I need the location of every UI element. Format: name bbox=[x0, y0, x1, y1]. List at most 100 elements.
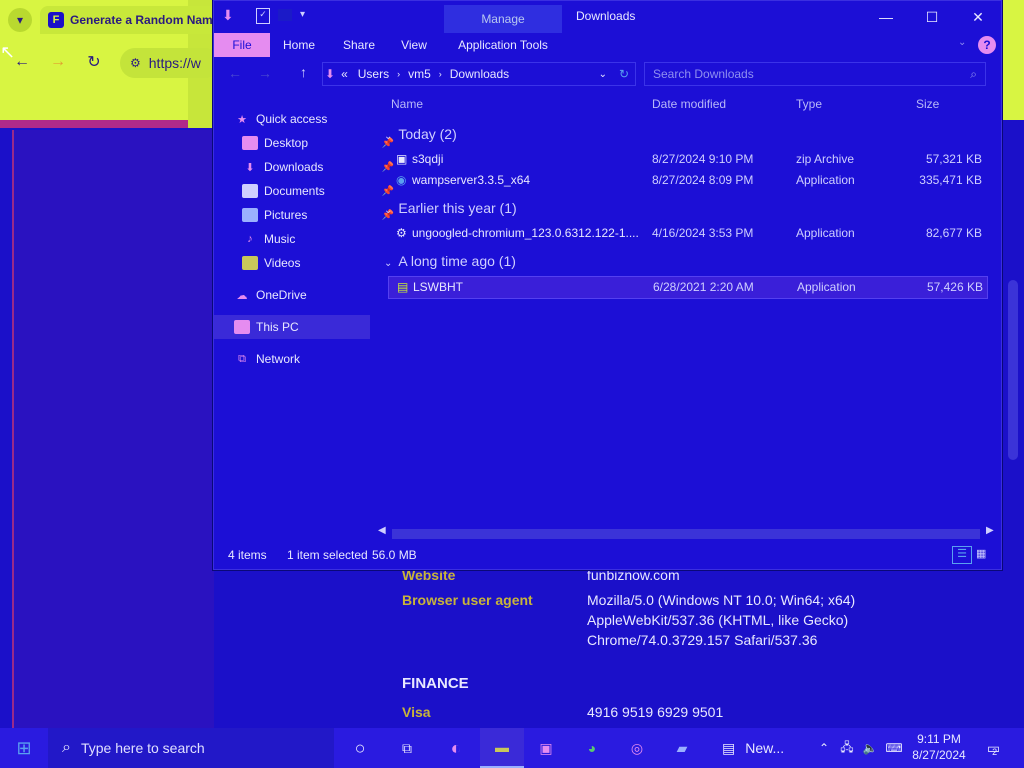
quick-access-toolbar-dropdown[interactable]: ▾ bbox=[300, 9, 305, 20]
nav-videos[interactable]: Videos bbox=[242, 251, 398, 275]
breadcrumb-overflow[interactable]: « bbox=[341, 67, 348, 81]
start-button[interactable]: ⊞ bbox=[12, 736, 36, 760]
taskbar: ⊞ ⌕ Type here to search ○ ⧉ ◐ ▬ ▣ ◕ ◎ ▰ … bbox=[0, 728, 1024, 768]
address-bar[interactable]: ⚙ https://w bbox=[120, 48, 220, 78]
nav-label: Pictures bbox=[264, 208, 308, 222]
task-view-icon[interactable]: ⧉ bbox=[395, 736, 419, 760]
group-header[interactable]: ⌄ Earlier this year (1) bbox=[384, 200, 517, 216]
tab-home[interactable]: Home bbox=[276, 33, 322, 57]
group-header[interactable]: ⌄ A long time ago (1) bbox=[384, 253, 516, 269]
edge-icon[interactable]: ◐ bbox=[444, 736, 468, 760]
app-taskbar-icon[interactable]: ▰ bbox=[670, 736, 694, 760]
nav-downloads[interactable]: ⬇ Downloads 📌 bbox=[242, 155, 398, 179]
file-type: zip Archive bbox=[796, 152, 855, 166]
volume-icon[interactable]: 🔈 bbox=[858, 736, 882, 760]
nav-desktop[interactable]: Desktop 📌 bbox=[242, 131, 398, 155]
downloads-icon: ⬇ bbox=[245, 161, 255, 174]
up-arrow-icon[interactable]: ↑ bbox=[300, 64, 307, 80]
nav-network[interactable]: ⧉ Network bbox=[234, 347, 390, 371]
details-view-icon[interactable]: ☰ bbox=[952, 546, 972, 564]
nav-onedrive[interactable]: ☁ OneDrive bbox=[234, 283, 390, 307]
nav-music[interactable]: ♪ Music bbox=[242, 227, 398, 251]
close-button[interactable]: ✕ bbox=[955, 1, 1001, 33]
selection-count: 1 item selected bbox=[287, 548, 368, 562]
large-icons-view-icon[interactable]: ▦ bbox=[976, 547, 986, 560]
tab-share[interactable]: Share bbox=[336, 33, 382, 57]
file-row-selected[interactable]: ▤ LSWBHT 6/28/2021 2:20 AM Application 5… bbox=[388, 276, 988, 299]
scroll-left-icon[interactable]: ◀ bbox=[378, 525, 386, 536]
nav-this-pc[interactable]: This PC bbox=[214, 315, 370, 339]
properties-icon[interactable]: ✓ bbox=[256, 8, 270, 24]
nav-label: Documents bbox=[264, 184, 325, 198]
help-icon[interactable]: ? bbox=[978, 36, 996, 54]
column-type[interactable]: Type bbox=[796, 97, 822, 111]
visa-label: Visa bbox=[402, 704, 431, 720]
chevron-up-icon[interactable]: ⌃ bbox=[812, 736, 836, 760]
tab-manage[interactable]: Manage bbox=[444, 5, 562, 33]
breadcrumb-downloads[interactable]: Downloads bbox=[450, 67, 509, 81]
cloud-icon: ☁ bbox=[236, 289, 248, 302]
column-name[interactable]: Name bbox=[391, 97, 423, 111]
file-row[interactable]: ▣ s3qdji 8/27/2024 9:10 PM zip Archive 5… bbox=[388, 149, 986, 170]
nav-quick-access[interactable]: ★ Quick access bbox=[234, 107, 390, 131]
chevron-down-icon: ⌄ bbox=[384, 205, 393, 216]
videos-icon bbox=[242, 256, 258, 270]
input-indicator-icon[interactable]: ⌨ bbox=[882, 736, 906, 760]
file-name: wampserver3.3.5_x64 bbox=[412, 173, 531, 187]
group-title: Earlier this year (1) bbox=[398, 200, 517, 216]
tab-view[interactable]: View bbox=[394, 33, 434, 57]
browser-taskbar-icon[interactable]: ◕ bbox=[580, 736, 604, 760]
search-input[interactable]: Search Downloads ⌕ bbox=[644, 62, 986, 86]
forward-arrow-icon[interactable]: → bbox=[258, 65, 272, 81]
expand-ribbon-icon[interactable]: ⌄ bbox=[958, 37, 966, 48]
maximize-button[interactable]: ☐ bbox=[909, 1, 955, 33]
column-date-modified[interactable]: Date modified bbox=[652, 97, 726, 111]
notification-center-icon[interactable]: ▭ 2 bbox=[980, 736, 1004, 760]
tab-search-button[interactable]: ▾ bbox=[8, 8, 32, 32]
address-bar[interactable]: ⬇ « Users › vm5 › Downloads ⌄ ↻ bbox=[322, 62, 636, 86]
network-tray-icon[interactable]: 🖧 bbox=[835, 736, 859, 760]
scroll-right-icon[interactable]: ▶ bbox=[986, 525, 994, 536]
site-settings-icon[interactable]: ⚙ bbox=[130, 56, 141, 70]
file-row[interactable]: ⚙ ungoogled-chromium_123.0.6312.122-1...… bbox=[388, 223, 986, 244]
search-placeholder: Search Downloads bbox=[653, 67, 754, 81]
forward-button[interactable]: → bbox=[46, 50, 70, 74]
new-folder-icon[interactable] bbox=[278, 9, 292, 21]
column-size[interactable]: Size bbox=[916, 97, 939, 111]
history-dropdown-icon[interactable]: ⌄ bbox=[599, 69, 607, 80]
store-icon[interactable]: ▣ bbox=[534, 736, 558, 760]
file-date: 8/27/2024 8:09 PM bbox=[652, 173, 754, 187]
tab-application-tools[interactable]: Application Tools bbox=[450, 33, 556, 57]
clock[interactable]: 9:11 PM 8/27/2024 bbox=[908, 731, 970, 763]
file-size: 57,321 KB bbox=[925, 152, 982, 166]
browser-tab[interactable]: F Generate a Random Name bbox=[40, 6, 220, 34]
scroll-thumb[interactable] bbox=[392, 529, 980, 539]
minimize-button[interactable]: — bbox=[863, 1, 909, 33]
breadcrumb-vm5[interactable]: vm5 bbox=[408, 67, 431, 81]
selection-size: 56.0 MB bbox=[372, 548, 417, 562]
refresh-icon[interactable]: ↻ bbox=[619, 67, 629, 81]
nav-documents[interactable]: Documents 📌 bbox=[242, 179, 398, 203]
status-bar: 4 items 1 item selected 56.0 MB ☰ ▦ bbox=[214, 545, 1001, 567]
page-scrollbar[interactable] bbox=[1008, 280, 1018, 460]
installer-icon: ⚙ bbox=[396, 226, 407, 240]
reload-button[interactable]: ↻ bbox=[82, 50, 106, 74]
file-explorer-taskbar-icon[interactable]: ▬ bbox=[480, 728, 524, 768]
star-icon: ★ bbox=[237, 113, 247, 126]
horizontal-scrollbar[interactable]: ◀ ▶ bbox=[378, 525, 994, 541]
chrome-icon[interactable]: ◎ bbox=[625, 736, 649, 760]
documents-icon bbox=[242, 184, 258, 198]
cortana-icon[interactable]: ○ bbox=[348, 736, 372, 760]
file-row[interactable]: ◉ wampserver3.3.5_x64 8/27/2024 8:09 PM … bbox=[388, 170, 986, 191]
file-type: Application bbox=[796, 226, 855, 240]
taskbar-app-new[interactable]: ▤ New... bbox=[716, 728, 804, 768]
breadcrumb-users[interactable]: Users bbox=[358, 67, 389, 81]
taskbar-search[interactable]: ⌕ Type here to search bbox=[48, 728, 334, 768]
back-arrow-icon[interactable]: ← bbox=[228, 65, 242, 81]
tab-file[interactable]: File bbox=[214, 33, 270, 57]
chevron-down-icon: ⌄ bbox=[384, 258, 393, 269]
nav-label: Videos bbox=[264, 256, 301, 270]
nav-pictures[interactable]: Pictures 📌 bbox=[242, 203, 398, 227]
search-placeholder: Type here to search bbox=[80, 740, 205, 756]
group-header[interactable]: ⌄ Today (2) bbox=[384, 126, 457, 142]
